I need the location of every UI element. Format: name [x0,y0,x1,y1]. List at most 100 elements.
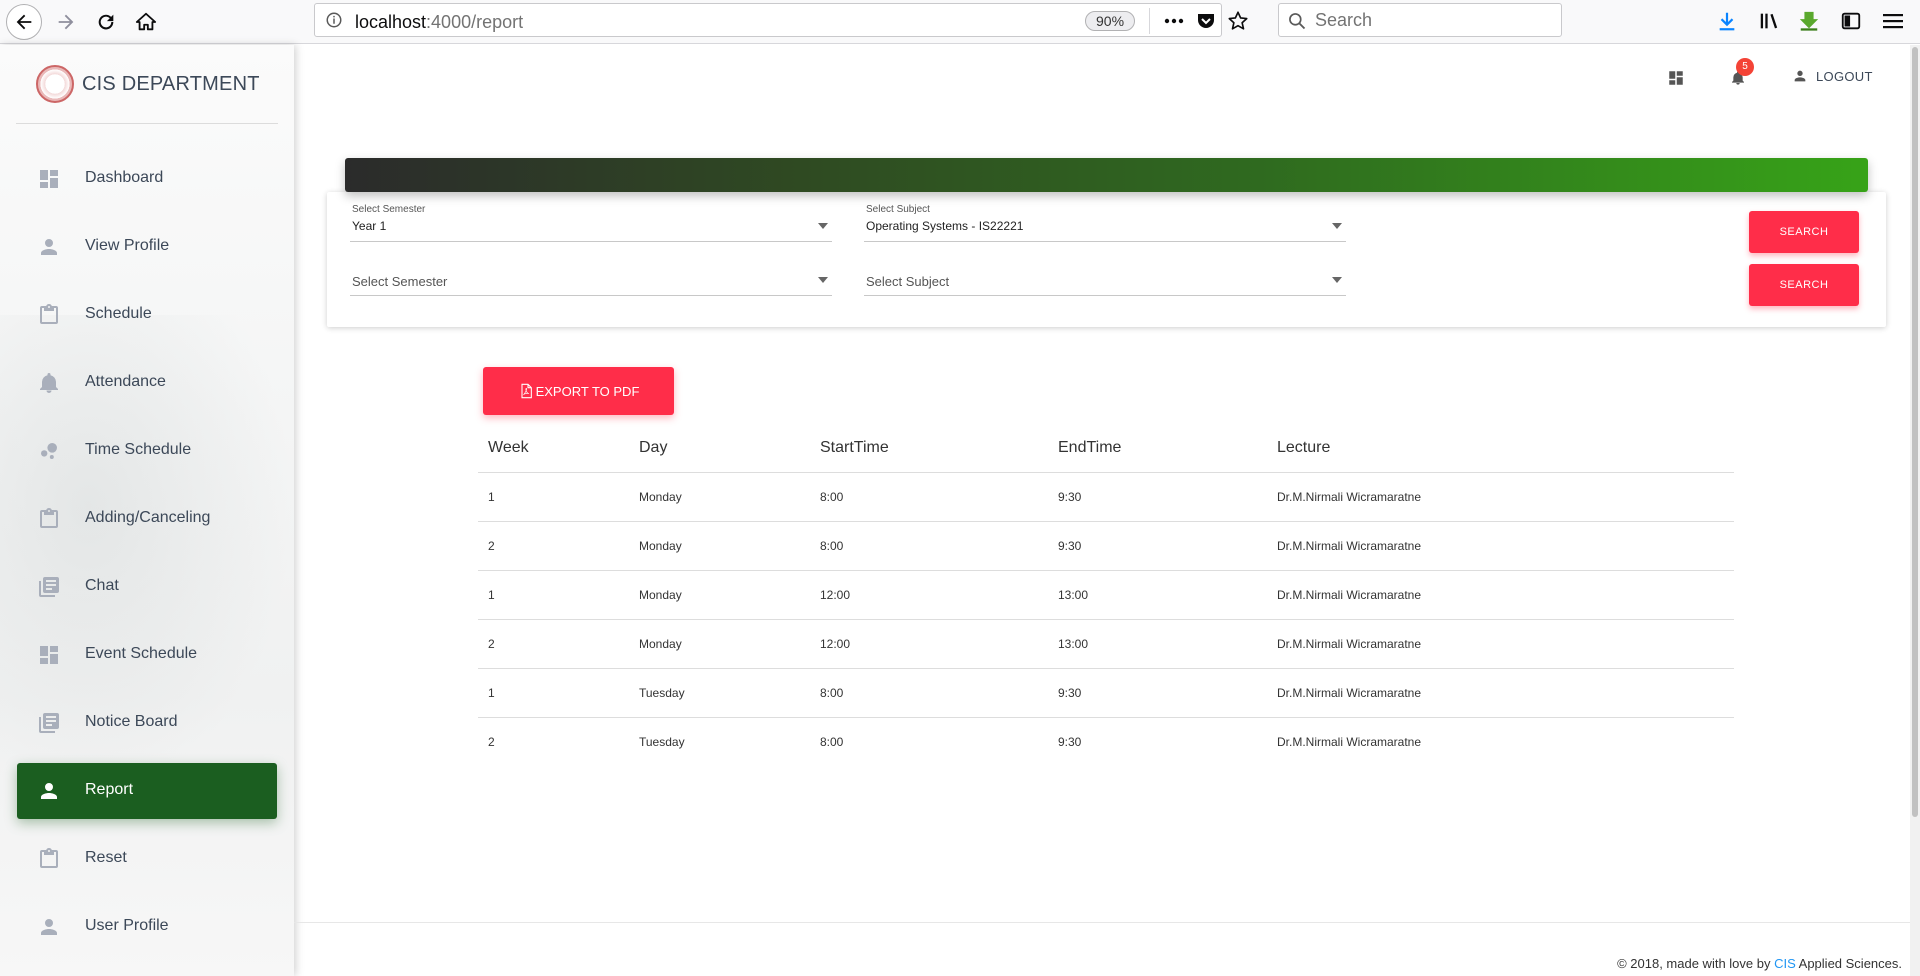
sidebar-item-label: Dashboard [85,169,164,186]
reload-button[interactable] [88,4,124,40]
info-icon[interactable] [325,11,343,29]
table-body: 1 Monday 8:00 9:30 Dr.M.Nirmali Wicramaratne… [478,472,1734,766]
table-cell-endtime: 9:30 [1058,734,1082,749]
page-scrollbar[interactable] [1910,45,1920,976]
pocket-icon[interactable] [1195,10,1217,32]
scrollbar-thumb[interactable] [1912,47,1918,817]
download-icon[interactable] [1714,8,1740,34]
browser-toolbar: localhost:4000/report 90% [0,0,1920,44]
dashboard-icon [37,167,61,191]
back-button[interactable] [6,4,42,40]
footer-cis-link[interactable]: CIS [1774,956,1796,971]
sidebar-item-user-profile[interactable]: User Profile [17,899,277,955]
clipboard-icon [37,507,61,531]
export-pdf-button[interactable]: EXPORT TO PDF [483,367,674,415]
export-pdf-label: EXPORT TO PDF [535,383,640,399]
table-cell-day: Monday [629,570,810,620]
subject-select-placeholder: Select Subject [866,274,950,289]
library-icon[interactable] [1756,8,1782,34]
search-button[interactable]: SEARCH [1749,211,1859,253]
sidebar-item-label: Report [85,781,134,798]
sidebar-item-view-profile[interactable]: View Profile [17,219,277,275]
sidebar-item-label: User Profile [85,917,169,934]
table-row: 2 Monday 12:00 13:00 Dr.M.Nirmali Wicramarat… [478,619,1734,669]
table-row: 2 Monday 8:00 9:30 Dr.M.Nirmali Wicramaratne [478,521,1734,571]
column-header-endtime: EndTime [1048,424,1267,473]
dashboard-icon[interactable] [1664,66,1688,90]
footer-divider [294,922,1920,923]
clipboard-icon [37,847,61,871]
search-button-2[interactable]: SEARCH [1749,264,1859,306]
sidebar-item-attendance[interactable]: Attendance [17,355,277,411]
sidebar-item-dashboard[interactable]: Dashboard [17,151,277,207]
sidebar-item-chat[interactable]: Chat [17,559,277,615]
more-actions-icon[interactable] [1163,10,1185,32]
table-row: 1 Monday 8:00 9:30 Dr.M.Nirmali Wicramaratne [478,472,1734,522]
sidebar-item-reset[interactable]: Reset [17,831,277,887]
sidebar-toggle-icon[interactable] [1838,8,1864,34]
sidebar-item-label: Attendance [85,373,166,390]
bell-icon [37,371,61,395]
sidebar-item-report[interactable]: Report [17,763,277,819]
semester-select-2[interactable]: Select Semester [350,254,832,296]
url-path: :4000/report [426,12,524,32]
subject-select-value: Operating Systems - IS22221 [866,219,1024,233]
url-text[interactable]: localhost:4000/report [355,12,523,33]
table-cell-lecture: Dr.M.Nirmali Wicramaratne [1267,472,1734,522]
sidebar-item-event-schedule[interactable]: Event Schedule [17,627,277,683]
table-cell-lecture: Dr.M.Nirmali Wicramaratne [1267,521,1734,571]
sidebar-item-time-schedule[interactable]: Time Schedule [17,423,277,479]
sidebar-item-label: Schedule [85,305,152,322]
table-cell-week: 2 [488,734,495,749]
semester-select[interactable]: Select Semester Year 1 [350,200,832,242]
library-books-icon [37,575,61,599]
hamburger-menu-icon[interactable] [1880,8,1906,34]
brand-title: CIS DEPARTMENT [82,73,260,95]
sidebar-nav: Dashboard View Profile Schedule Attendance T… [17,151,277,967]
table-cell-lecture: Dr.M.Nirmali Wicramaratne [1267,668,1734,718]
subject-select-2[interactable]: Select Subject [864,254,1346,296]
zoom-indicator[interactable]: 90% [1085,11,1136,31]
sidebar-item-label: View Profile [85,237,170,254]
sidebar-item-notice-board[interactable]: Notice Board [17,695,277,751]
browser-search-box[interactable] [1278,3,1562,37]
bookmark-star-icon[interactable] [1227,10,1249,32]
library-books-icon [37,711,61,735]
logout-button[interactable]: LOGOUT [1792,68,1873,84]
table-cell-endtime: 9:30 [1048,668,1267,718]
column-header-lecture: Lecture [1267,424,1734,473]
table-cell-week: 1 [478,472,629,522]
brand[interactable]: CIS DEPARTMENT [16,45,278,124]
table-cell-lecture: Dr.M.Nirmali Wicramaratne [1277,734,1422,749]
table-row: 2 Tuesday 8:00 9:30 Dr.M.Nirmali Wicramaratn… [478,717,1734,766]
browser-search-input[interactable] [1315,10,1545,31]
table-cell-starttime: 12:00 [810,619,1048,669]
bubble-chart-icon [37,439,61,463]
table-cell-week: 1 [478,668,629,718]
address-bar[interactable]: localhost:4000/report 90% [314,3,1248,37]
dashboard-icon [37,643,61,667]
table-cell-week: 1 [478,570,629,620]
table-cell-endtime: 9:30 [1048,521,1267,571]
table-cell-endtime: 9:30 [1048,472,1267,522]
sidebar-item-label: Notice Board [85,713,178,730]
footer: © 2018, made with love by CIS Applied Sc… [1617,956,1902,971]
arrow-right-icon [58,14,74,30]
table-cell-endtime: 13:00 [1048,570,1267,620]
table-cell-day: Monday [629,619,810,669]
person-icon [1794,70,1806,82]
sidebar-item-label: Adding/Canceling [85,509,211,526]
sidebar-item-label: Reset [85,849,127,866]
table-row: 1 Monday 12:00 13:00 Dr.M.Nirmali Wicramarat… [478,570,1734,620]
person-icon [37,915,61,939]
extension-download-icon[interactable] [1796,8,1822,34]
sidebar-item-schedule[interactable]: Schedule [17,287,277,343]
home-button[interactable] [128,4,164,40]
pdf-file-icon [521,383,532,399]
forward-button[interactable] [48,4,84,40]
subject-select[interactable]: Select Subject Operating Systems - IS222… [864,200,1346,242]
table-cell-week: 2 [478,619,629,669]
column-header-starttime: StartTime [810,424,1048,473]
sidebar-item-adding-canceling[interactable]: Adding/Canceling [17,491,277,547]
table-cell-starttime: 8:00 [820,734,844,749]
